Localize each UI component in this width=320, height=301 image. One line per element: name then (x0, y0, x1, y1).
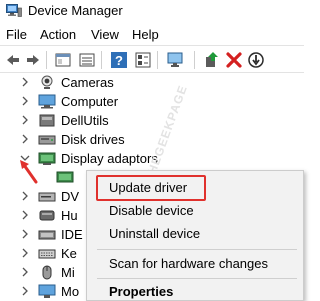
ide-icon (38, 230, 56, 240)
display-device-icon (56, 171, 74, 183)
title-bar: Device Manager (0, 0, 304, 22)
monitor-icon (38, 284, 56, 298)
properties-pane-icon[interactable] (54, 51, 72, 69)
tree-item-label: Ke (61, 246, 77, 261)
menu-item-label: Properties (109, 284, 174, 299)
dvd-icon (38, 192, 56, 202)
uninstall-icon[interactable] (225, 51, 243, 69)
tree-item-label: Mi (61, 265, 75, 280)
tree-item-label: IDE (61, 227, 83, 242)
tree-item-computer[interactable]: Computer (0, 92, 304, 111)
tree-item-label: DV (61, 189, 80, 204)
highlight-box (96, 175, 206, 201)
toolbar-separator (101, 51, 102, 69)
window-title: Device Manager (28, 3, 123, 18)
toolbar: ? (0, 45, 304, 73)
chevron-right-icon[interactable] (20, 267, 30, 277)
menu-item-label: Disable device (109, 203, 194, 218)
tree-item-cameras[interactable]: Cameras (0, 73, 304, 92)
tree-item-dellutils[interactable]: DellUtils (0, 111, 304, 130)
chevron-right-icon[interactable] (20, 96, 30, 106)
list-view-icon[interactable] (78, 51, 96, 69)
tree-item-label: Computer (61, 94, 119, 109)
menu-item-properties[interactable]: Properties (87, 281, 303, 301)
svg-text:?: ? (115, 53, 123, 68)
help-icon[interactable]: ? (110, 51, 128, 69)
menu-separator (97, 278, 297, 279)
menu-file[interactable]: File (6, 27, 27, 42)
menu-item-label: Scan for hardware changes (109, 256, 268, 271)
update-driver-icon[interactable] (203, 51, 221, 69)
toolbar-separator (157, 51, 158, 69)
tree-item-label: Cameras (61, 75, 114, 90)
tree-item-label: DellUtils (61, 113, 109, 128)
menu-item-scan-hardware[interactable]: Scan for hardware changes (87, 253, 303, 275)
menu-item-disable-device[interactable]: Disable device (87, 200, 303, 222)
tree-item-label: Display adaptors (61, 151, 158, 166)
chevron-right-icon[interactable] (20, 191, 30, 201)
chevron-right-icon[interactable] (20, 134, 30, 144)
menu-item-uninstall-device[interactable]: Uninstall device (87, 223, 303, 245)
annotation-arrow-icon (20, 160, 38, 184)
device-manager-app-icon (6, 4, 22, 17)
tree-item-label: Disk drives (61, 132, 125, 147)
device-manager-window: Device Manager File Action View Help ? C… (0, 0, 304, 301)
mice-icon (42, 265, 52, 280)
details-icon[interactable] (134, 51, 152, 69)
scan-hardware-icon[interactable] (247, 51, 265, 69)
context-menu: Update driver Disable device Uninstall d… (86, 170, 304, 301)
monitor-icon[interactable] (166, 51, 184, 69)
tree-item-disk-drives[interactable]: Disk drives (0, 130, 304, 149)
chevron-right-icon[interactable] (20, 229, 30, 239)
back-icon[interactable] (4, 51, 22, 69)
camera-icon (41, 75, 53, 89)
menu-help[interactable]: Help (132, 27, 159, 42)
chevron-right-icon[interactable] (20, 115, 30, 125)
menu-action[interactable]: Action (40, 27, 76, 42)
tree-item-label: Hu (61, 208, 78, 223)
keyboard-icon (38, 249, 56, 259)
toolbar-separator (46, 51, 47, 69)
human-interface-icon (39, 210, 55, 221)
forward-icon[interactable] (24, 51, 42, 69)
chevron-right-icon[interactable] (20, 210, 30, 220)
menu-bar: File Action View Help (0, 24, 304, 44)
chevron-right-icon[interactable] (20, 286, 30, 296)
chevron-right-icon[interactable] (20, 77, 30, 87)
disk-drive-icon (38, 135, 56, 145)
computer-icon (38, 94, 56, 109)
menu-item-label: Uninstall device (109, 226, 201, 241)
menu-view[interactable]: View (91, 27, 119, 42)
toolbar-separator (194, 51, 195, 69)
tree-item-label: Mo (61, 284, 80, 299)
menu-separator (97, 249, 297, 250)
dellutils-icon (39, 114, 55, 127)
chevron-right-icon[interactable] (20, 248, 30, 258)
